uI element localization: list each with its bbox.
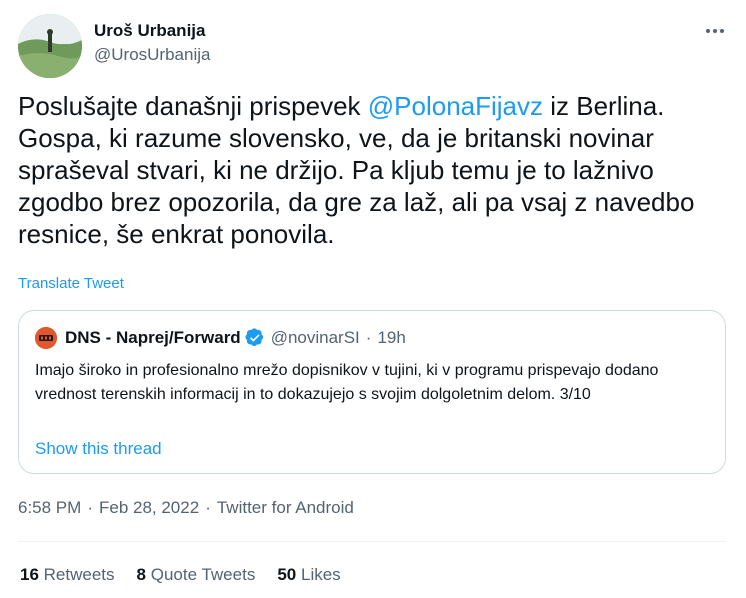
- quote-tweets-stat[interactable]: 8 Quote Tweets: [137, 565, 256, 585]
- avatar-image: [18, 14, 82, 78]
- tweet-metadata: 6:58 PM · Feb 28, 2022 · Twitter for Android: [18, 498, 354, 518]
- likes-label: Likes: [300, 565, 341, 584]
- divider: [18, 541, 726, 542]
- tweet-text: Poslušajte današnji prispevek @PolonaFij…: [18, 90, 738, 250]
- tweet-time[interactable]: 6:58 PM: [18, 498, 81, 517]
- tweet-text-part-1: Poslušajte današnji prispevek: [18, 91, 368, 121]
- quoted-meta-separator: ·: [365, 328, 372, 347]
- retweets-count: 16: [20, 565, 39, 584]
- likes-count: 50: [277, 565, 297, 584]
- more-horizontal-icon[interactable]: [700, 20, 730, 42]
- quoted-avatar-logo: [35, 327, 57, 349]
- show-thread-link[interactable]: Show this thread: [35, 439, 162, 459]
- author-handle[interactable]: @UrosUrbanija: [94, 44, 210, 66]
- quoted-handle[interactable]: @novinarSI: [271, 328, 360, 348]
- quote-tweets-count: 8: [136, 565, 146, 584]
- quoted-display-name[interactable]: DNS - Naprej/Forward: [65, 328, 241, 348]
- meta-separator: ·: [205, 498, 211, 517]
- translate-tweet-link[interactable]: Translate Tweet: [18, 275, 124, 292]
- quoted-tweet[interactable]: DNS - Naprej/Forward @novinarSI · 19h Im…: [18, 310, 726, 474]
- likes-stat[interactable]: 50 Likes: [277, 565, 340, 585]
- author-display-name[interactable]: Uroš Urbanija: [94, 20, 210, 42]
- mention-link[interactable]: @PolonaFijavz: [368, 91, 543, 121]
- retweets-label: Retweets: [43, 565, 115, 584]
- verified-badge-icon: [245, 328, 265, 348]
- avatar[interactable]: [18, 14, 82, 78]
- retweets-stat[interactable]: 16 Retweets: [20, 565, 115, 585]
- quoted-timestamp[interactable]: 19h: [377, 328, 405, 348]
- tweet-header: Uroš Urbanija @UrosUrbanija: [18, 14, 730, 78]
- tweet-stats: 16 Retweets 8 Quote Tweets 50 Likes: [20, 565, 363, 585]
- meta-separator: ·: [87, 498, 93, 517]
- author-info: Uroš Urbanija @UrosUrbanija: [94, 20, 210, 66]
- tweet-date[interactable]: Feb 28, 2022: [99, 498, 199, 517]
- quote-tweets-label: Quote Tweets: [150, 565, 256, 584]
- quoted-avatar[interactable]: [35, 327, 57, 349]
- quoted-tweet-text: Imajo široko in profesionalno mrežo dopi…: [35, 362, 659, 403]
- tweet-source[interactable]: Twitter for Android: [217, 498, 354, 517]
- quoted-tweet-header: DNS - Naprej/Forward @novinarSI · 19h: [35, 327, 406, 349]
